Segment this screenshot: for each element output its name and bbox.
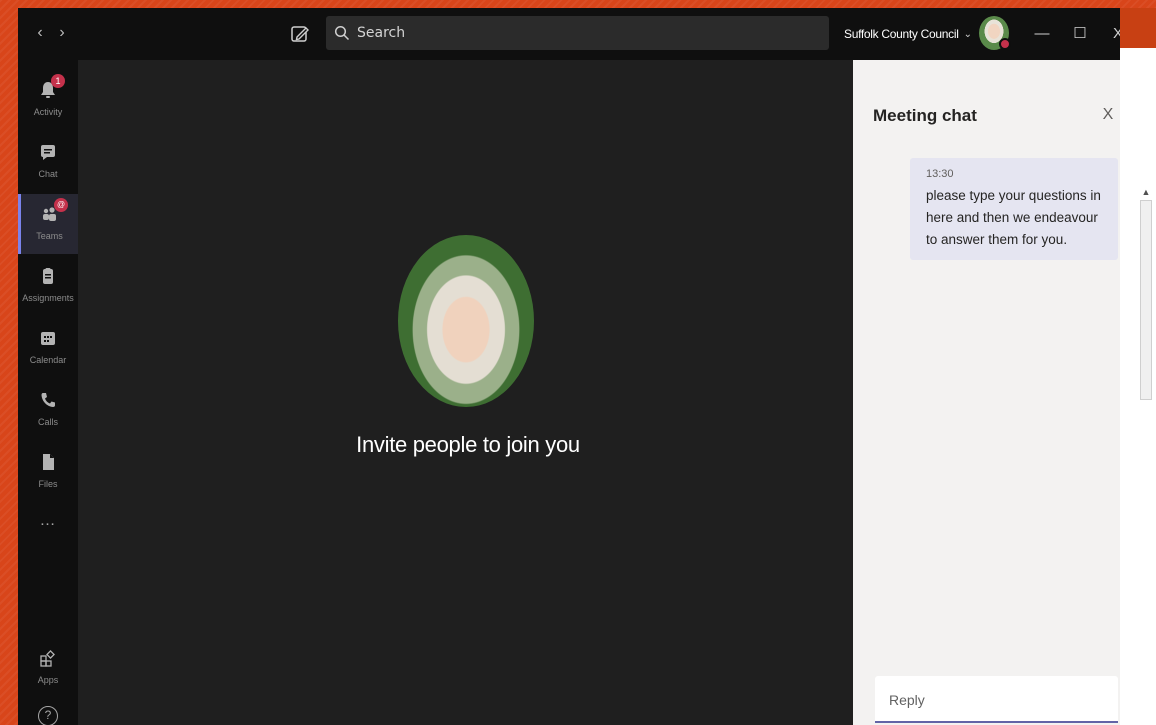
maximize-button[interactable]: ☐: [1068, 22, 1092, 46]
search-icon: [334, 25, 350, 41]
background-window-header: [1120, 8, 1156, 48]
rail-item-calls[interactable]: Calls: [18, 380, 78, 440]
rail-item-apps[interactable]: Apps: [18, 638, 78, 698]
participant-avatar: [398, 235, 534, 407]
chat-title: Meeting chat: [873, 106, 977, 125]
rail-item-more[interactable]: …: [18, 504, 78, 544]
help-glyph: ?: [44, 708, 52, 722]
reply-placeholder: Reply: [889, 692, 925, 708]
teams-window: ‹ › Search Suffolk County Council ⌄ — ☐ …: [18, 8, 1138, 725]
message-timestamp: 13:30: [926, 168, 954, 180]
title-bar: ‹ › Search Suffolk County Council ⌄ — ☐ …: [18, 8, 1138, 60]
assignments-icon: [43, 268, 53, 284]
calendar-icon: [41, 332, 55, 345]
back-button[interactable]: ‹: [30, 22, 50, 44]
background-window-edge: ▲: [1120, 8, 1156, 725]
help-icon: ?: [38, 706, 58, 725]
reply-input[interactable]: Reply: [875, 676, 1118, 723]
chevron-down-icon: ⌄: [963, 28, 972, 40]
invite-text: Invite people to join you: [356, 432, 580, 457]
meeting-stage: Invite people to join you: [78, 60, 853, 725]
rail-label: Files: [38, 479, 58, 489]
rail-label: Assignments: [22, 293, 74, 303]
chat-icon: [41, 145, 55, 160]
new-chat-button[interactable]: [288, 22, 312, 46]
scroll-up-icon[interactable]: ▲: [1140, 186, 1152, 198]
search-bar[interactable]: Search: [326, 16, 829, 50]
rail-item-chat[interactable]: Chat: [18, 132, 78, 192]
scrollbar-track[interactable]: [1140, 200, 1152, 400]
close-chat-button[interactable]: X: [1097, 104, 1119, 126]
rail-item-help[interactable]: ?: [18, 700, 78, 725]
apps-icon: [40, 650, 55, 667]
message-text: please type your questions in here and t…: [926, 188, 1101, 247]
activity-badge: 1: [51, 74, 65, 88]
rail-item-assignments[interactable]: Assignments: [18, 256, 78, 316]
chat-message: 13:30 please type your questions in here…: [910, 158, 1118, 260]
compose-icon: [291, 26, 309, 42]
rail-item-teams[interactable]: @ Teams: [18, 194, 78, 254]
org-name: Suffolk County Council: [844, 27, 959, 41]
forward-button[interactable]: ›: [52, 22, 72, 44]
teams-mention-badge: @: [54, 198, 69, 212]
rail-label: Apps: [37, 675, 59, 685]
profile-avatar[interactable]: [979, 16, 1011, 50]
rail-label: Calendar: [29, 355, 67, 365]
rail-label: Teams: [36, 231, 63, 241]
org-switcher[interactable]: Suffolk County Council ⌄: [844, 24, 972, 44]
rail-label: Calls: [37, 417, 58, 427]
busy-status-icon: [999, 38, 1011, 50]
rail-label: Activity: [33, 107, 63, 117]
phone-icon: [41, 393, 55, 407]
rail-label: Chat: [38, 169, 58, 179]
rail-item-calendar[interactable]: Calendar: [18, 318, 78, 378]
rail-item-files[interactable]: Files: [18, 442, 78, 502]
file-icon: [43, 454, 54, 470]
more-icon: …: [39, 512, 57, 529]
meeting-chat-panel: Meeting chat X 13:30 please type your qu…: [853, 60, 1138, 725]
search-placeholder: Search: [357, 25, 406, 41]
app-bar: 1 Activity Chat @ Teams Assignments Cale…: [18, 60, 78, 725]
rail-item-activity[interactable]: 1 Activity: [18, 70, 78, 130]
background-scrollbar[interactable]: ▲: [1120, 186, 1156, 400]
minimize-button[interactable]: —: [1030, 22, 1054, 46]
